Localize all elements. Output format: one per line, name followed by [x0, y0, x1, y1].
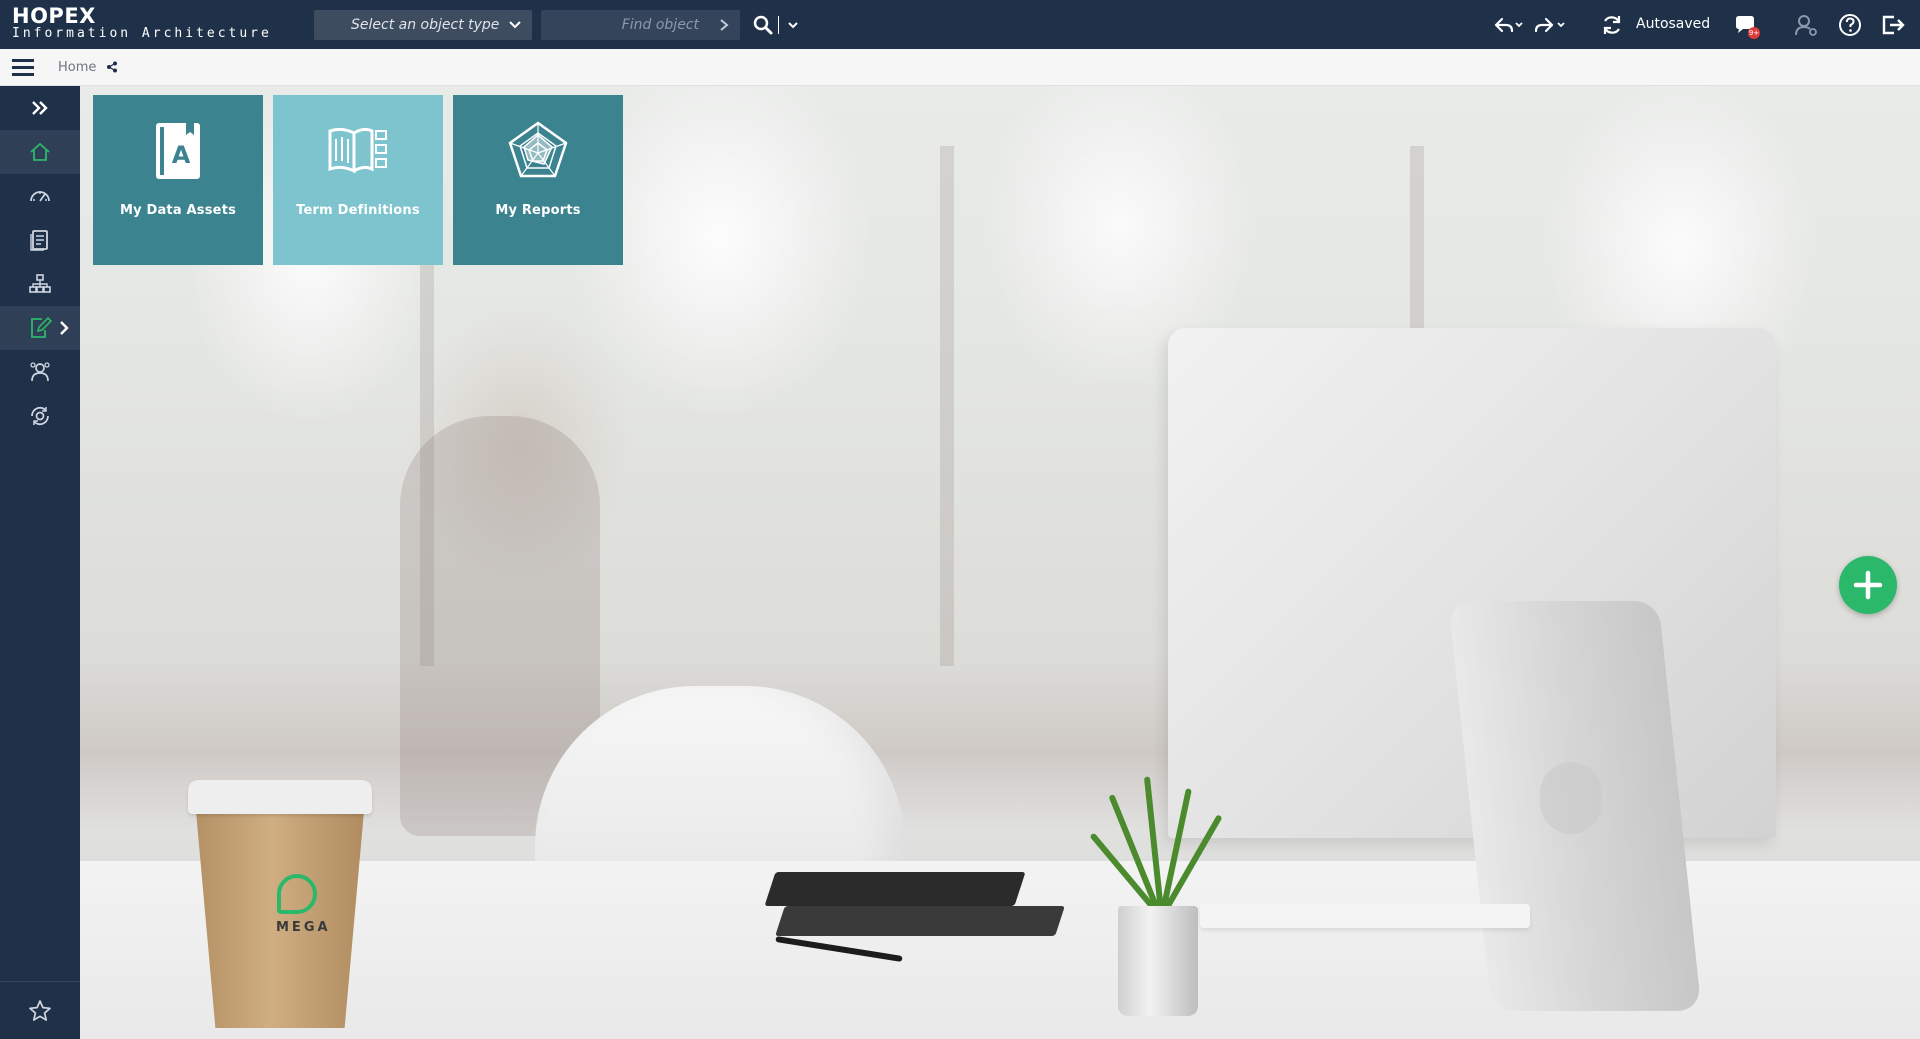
background-notebook [775, 906, 1065, 936]
app-subtitle: Information Architecture [12, 26, 272, 41]
help-icon[interactable] [1838, 13, 1862, 37]
tile-label: Term Definitions [296, 203, 420, 218]
sidebar-item-home[interactable] [0, 130, 80, 174]
hierarchy-icon [29, 274, 51, 293]
tile-my-reports[interactable]: My Reports [453, 95, 623, 265]
background-pillar [940, 146, 954, 666]
user-icon[interactable] [1794, 13, 1818, 37]
background-computer-logo [1540, 762, 1602, 834]
radar-chart-icon [508, 121, 568, 178]
tile-label: My Data Assets [119, 203, 237, 218]
breadcrumb-home[interactable]: Home [58, 49, 96, 86]
plus-icon [1853, 570, 1883, 600]
logout-icon[interactable] [1880, 13, 1906, 37]
report-icon [30, 230, 48, 251]
users-icon [30, 362, 50, 382]
background-coffee-cup [195, 800, 365, 1028]
search-icon[interactable] [752, 14, 774, 36]
undo-icon[interactable] [1490, 13, 1524, 37]
background-keyboard [1200, 904, 1530, 928]
breadcrumb-bar: Home [0, 49, 1920, 86]
chevron-down-icon [509, 21, 521, 29]
tile-term-definitions[interactable]: Term Definitions [273, 95, 443, 265]
edit-document-icon [31, 316, 52, 338]
tile-my-data-assets[interactable]: A My Data Assets [93, 95, 263, 265]
home-icon [30, 142, 50, 161]
app-name: HOPEX [12, 4, 96, 28]
background-plant-pot [1118, 906, 1198, 1016]
sidebar-item-hierarchy[interactable] [0, 262, 80, 306]
sidebar-item-settings[interactable] [0, 394, 80, 438]
cup-brand-text: MEGA [276, 920, 331, 935]
tile-label: My Reports [495, 203, 581, 218]
glossary-icon [328, 127, 387, 174]
object-type-select[interactable]: Select an object type [314, 10, 532, 40]
background-notebook [764, 872, 1026, 906]
menu-icon[interactable] [12, 57, 34, 77]
book-a-icon: A [156, 123, 200, 179]
app-logo[interactable]: HOPEX Information Architecture [12, 5, 272, 41]
find-object-placeholder: Find object [621, 17, 699, 33]
sidebar-item-users[interactable] [0, 350, 80, 394]
top-bar: HOPEX Information Architecture Select an… [0, 0, 1920, 49]
chevron-right-icon [60, 321, 69, 335]
object-type-placeholder: Select an object type [351, 17, 500, 33]
search-options-chevron-icon[interactable] [786, 18, 800, 32]
dashboard-icon [30, 191, 50, 202]
sidebar-expand[interactable] [0, 86, 80, 130]
redo-icon[interactable] [1534, 13, 1568, 37]
chevron-right-icon[interactable] [718, 18, 730, 32]
mega-logo-icon [277, 874, 317, 914]
expand-icon [32, 101, 48, 115]
sidebar-item-dashboard[interactable] [0, 174, 80, 218]
share-icon[interactable] [106, 61, 118, 73]
autosave-status: Autosaved [1636, 16, 1711, 32]
search-divider [778, 16, 779, 34]
left-sidebar [0, 86, 80, 1039]
sidebar-item-reports[interactable] [0, 218, 80, 262]
notification-badge: 9+ [1748, 27, 1760, 39]
favorites-button[interactable] [0, 981, 80, 1039]
refresh-icon[interactable] [1600, 13, 1624, 37]
background-cup-lid [188, 780, 372, 814]
settings-cycle-icon [31, 406, 49, 426]
star-icon [29, 999, 51, 1021]
find-object-input[interactable]: Find object [541, 10, 740, 40]
svg-text:A: A [172, 141, 191, 169]
sidebar-item-edit[interactable] [0, 306, 80, 350]
add-tile-button[interactable] [1839, 556, 1897, 614]
